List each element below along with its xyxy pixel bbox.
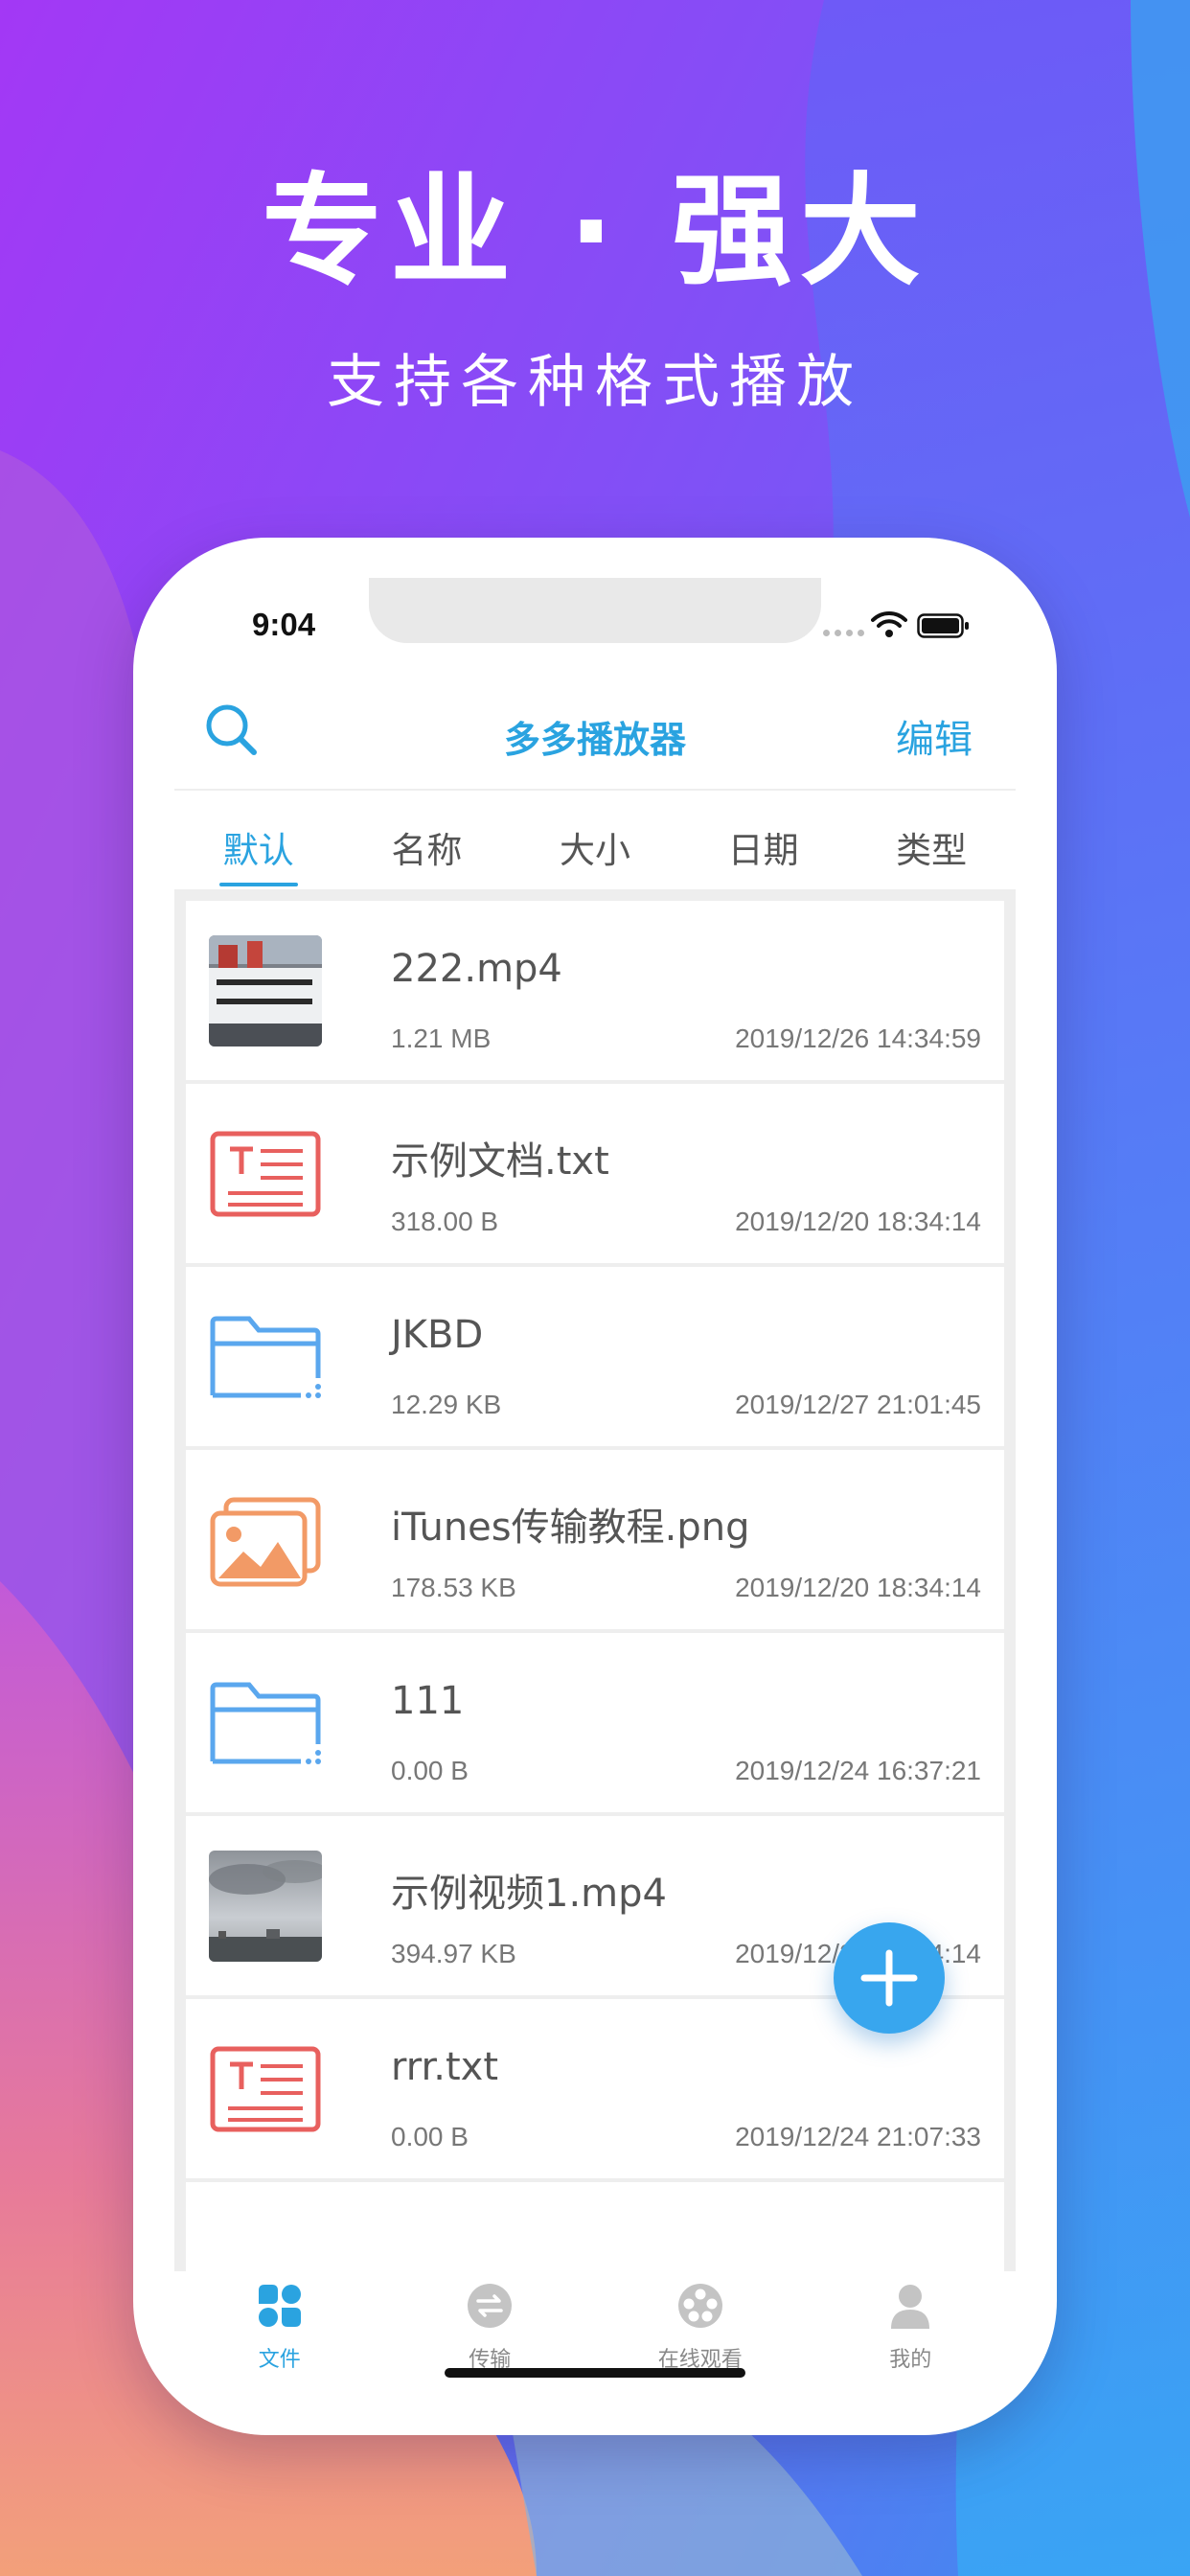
sort-tab-type[interactable]: 类型 <box>847 794 1016 898</box>
file-row[interactable]: iTunes传输教程.png 178.53 KB 2019/12/20 18:3… <box>186 1450 1004 1629</box>
file-date: 2019/12/20 18:34:14 <box>735 1573 981 1602</box>
file-date: 2019/12/20 18:34:14 <box>735 1207 981 1236</box>
phone-screen: 9:04 多多播放器 编辑 默认 名称 大小 日期 类型 222.mp4 1.2… <box>133 538 1057 2435</box>
tab-label: 文件 <box>258 2348 301 2372</box>
file-size: 1.21 MB <box>391 1024 492 1053</box>
text-file-icon <box>210 2046 321 2132</box>
profile-icon <box>891 2285 930 2329</box>
signal-icon <box>823 630 864 636</box>
tab-bar: 文件 传输 在线观看 我的 <box>174 2271 1016 2377</box>
promo-subtitle: 支持各种格式播放 <box>327 349 863 416</box>
file-size: 394.97 KB <box>391 1939 516 1968</box>
sort-tab-default[interactable]: 默认 <box>174 794 343 898</box>
file-name: rrr.txt <box>391 2045 499 2089</box>
tab-label: 我的 <box>889 2348 932 2372</box>
file-date: 2019/12/24 16:37:21 <box>735 1756 981 1785</box>
file-row[interactable]: 222.mp4 1.21 MB 2019/12/26 14:34:59 <box>186 901 1004 1080</box>
divider <box>174 789 1016 791</box>
file-date: 2019/12/24 21:07:33 <box>735 2122 981 2151</box>
file-name: 示例视频1.mp4 <box>391 1872 667 1916</box>
tab-mine[interactable]: 我的 <box>806 2271 1017 2377</box>
file-name: 示例文档.txt <box>391 1139 609 1184</box>
text-file-icon <box>210 1131 321 1217</box>
files-grid-icon <box>258 2285 301 2327</box>
sort-tab-size[interactable]: 大小 <box>511 794 679 898</box>
file-name: iTunes传输教程.png <box>391 1506 750 1550</box>
add-button[interactable] <box>834 1922 945 2034</box>
navigation-bar: 多多播放器 编辑 <box>172 672 1018 771</box>
tab-transfer[interactable]: 传输 <box>385 2271 596 2377</box>
wifi-icon <box>871 610 907 637</box>
file-size: 12.29 KB <box>391 1390 502 1419</box>
folder-icon <box>210 1316 321 1398</box>
tab-files[interactable]: 文件 <box>174 2271 385 2377</box>
transfer-icon <box>468 2284 513 2328</box>
battery-icon <box>917 613 969 638</box>
file-name: 111 <box>391 1679 465 1723</box>
file-date: 2019/12/27 21:01:45 <box>735 1390 981 1419</box>
file-row[interactable]: JKBD 12.29 KB 2019/12/27 21:01:45 <box>186 1267 1004 1446</box>
folder-icon <box>210 1682 321 1764</box>
file-date: 2019/12/26 14:34:59 <box>735 1024 981 1053</box>
file-row[interactable]: 示例文档.txt 318.00 B 2019/12/20 18:34:14 <box>186 1084 1004 1263</box>
file-size: 178.53 KB <box>391 1573 516 1602</box>
image-file-icon <box>210 1497 321 1587</box>
file-size: 0.00 B <box>391 1756 469 1785</box>
file-size: 318.00 B <box>391 1207 499 1236</box>
sort-tabs: 默认 名称 大小 日期 类型 <box>174 794 1016 898</box>
file-name: 222.mp4 <box>391 947 562 991</box>
sort-tab-name[interactable]: 名称 <box>343 794 512 898</box>
home-indicator <box>445 2368 745 2378</box>
sort-tab-date[interactable]: 日期 <box>679 794 848 898</box>
file-list: 222.mp4 1.21 MB 2019/12/26 14:34:59 示例文档… <box>174 889 1016 2271</box>
promo-title: 专业 · 强大 <box>262 161 928 302</box>
app-title: 多多播放器 <box>503 719 686 761</box>
list-item[interactable] <box>186 2182 1004 2271</box>
tab-online[interactable]: 在线观看 <box>595 2271 806 2377</box>
film-reel-icon <box>677 2284 722 2328</box>
file-size: 0.00 B <box>391 2122 469 2151</box>
status-time: 9:04 <box>252 607 316 642</box>
video-thumbnail <box>209 1851 322 1962</box>
edit-button[interactable]: 编辑 <box>896 708 973 764</box>
phone-notch <box>369 578 821 643</box>
plus-icon <box>860 1949 918 2007</box>
video-thumbnail <box>209 935 322 1046</box>
file-name: JKBD <box>391 1313 484 1357</box>
file-row[interactable]: 111 0.00 B 2019/12/24 16:37:21 <box>186 1633 1004 1812</box>
